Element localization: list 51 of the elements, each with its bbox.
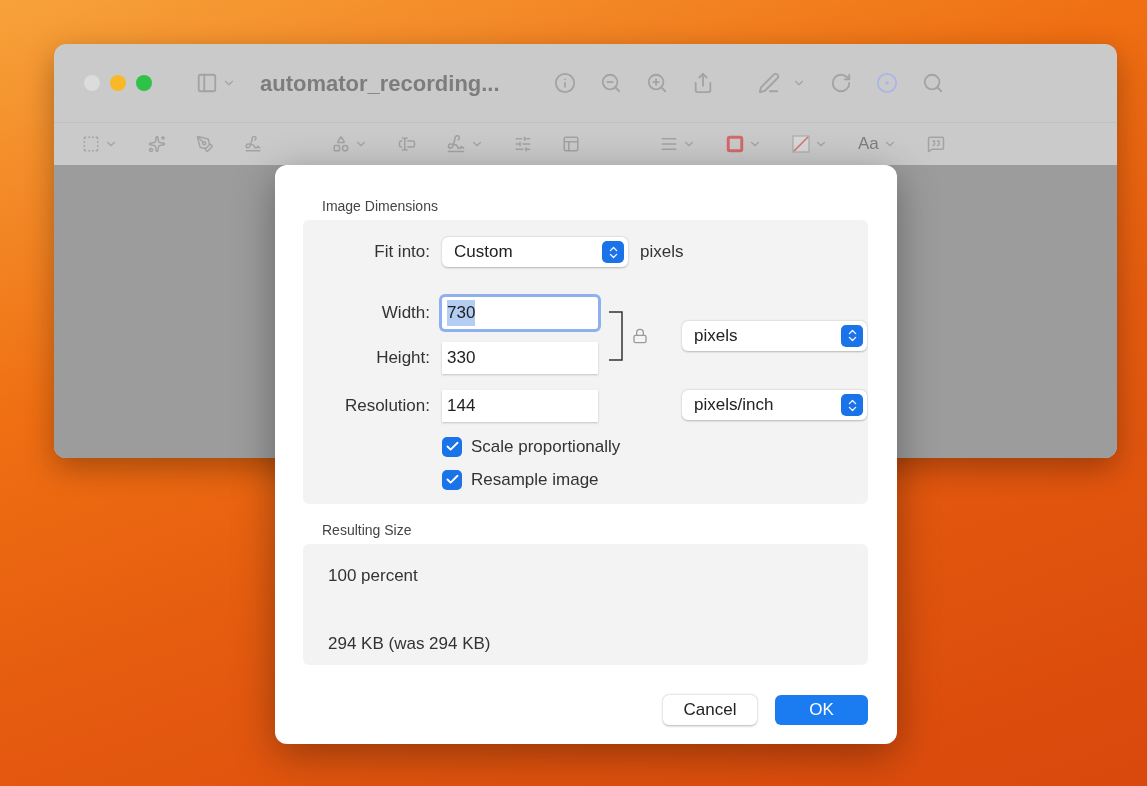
section-title: Image Dimensions bbox=[322, 197, 439, 216]
popup-button[interactable]: pixels/inch bbox=[682, 390, 867, 420]
field-label: Fit into: bbox=[374, 241, 430, 264]
sparkle-icon[interactable] bbox=[148, 135, 166, 153]
result-text: 100 percent bbox=[328, 565, 419, 587]
checkbox-label: Scale proportionally bbox=[471, 435, 621, 458]
field-label: Resolution: bbox=[344, 395, 430, 418]
selection-icon[interactable] bbox=[82, 135, 100, 153]
checkmark-icon bbox=[444, 472, 460, 487]
line-style-icon[interactable] bbox=[660, 135, 678, 153]
input-field[interactable]: 730 bbox=[442, 297, 598, 329]
sidebar-icon[interactable] bbox=[196, 72, 218, 94]
input-field[interactable]: 330 bbox=[442, 342, 598, 374]
search-icon[interactable] bbox=[921, 72, 944, 94]
border-color-icon[interactable] bbox=[726, 135, 744, 153]
speech-bubble-icon[interactable] bbox=[926, 135, 945, 153]
fill-color-icon[interactable] bbox=[792, 135, 810, 153]
cancel-button[interactable]: Cancel bbox=[663, 695, 757, 725]
unit-label: pixels bbox=[640, 241, 684, 264]
layout-icon[interactable] bbox=[562, 135, 580, 153]
lock-icon[interactable] bbox=[632, 327, 648, 344]
ok-button[interactable]: OK bbox=[775, 695, 868, 725]
checkbox[interactable] bbox=[442, 469, 462, 490]
bracket-icon bbox=[608, 310, 624, 361]
up-down-chevron-icon bbox=[841, 394, 863, 416]
scribble-icon[interactable] bbox=[244, 135, 262, 153]
zoom-button[interactable] bbox=[136, 75, 152, 91]
shapes-icon[interactable] bbox=[332, 135, 350, 153]
signature-icon[interactable] bbox=[446, 134, 466, 154]
window-title: automator_recording... bbox=[260, 69, 500, 98]
popup-button[interactable]: Custom bbox=[442, 237, 628, 267]
result-text: 294 KB (was 294 KB) bbox=[328, 632, 492, 655]
checkmark-icon bbox=[444, 439, 460, 454]
section-title: Resulting Size bbox=[322, 521, 413, 540]
zoom-in-icon[interactable] bbox=[645, 72, 668, 94]
up-down-chevron-icon bbox=[602, 241, 624, 263]
minimize-button[interactable] bbox=[110, 75, 126, 91]
zoom-out-icon[interactable] bbox=[599, 72, 622, 94]
checkbox[interactable] bbox=[442, 436, 462, 457]
input-field[interactable]: 144 bbox=[442, 390, 598, 422]
checkbox-label: Resample image bbox=[471, 468, 599, 491]
pen-icon[interactable] bbox=[757, 72, 780, 94]
text-box-icon[interactable] bbox=[398, 135, 416, 153]
info-icon[interactable] bbox=[553, 72, 576, 94]
field-label: Width: bbox=[381, 302, 430, 325]
up-down-chevron-icon bbox=[841, 324, 863, 347]
sliders-icon[interactable] bbox=[514, 135, 532, 153]
rotate-icon[interactable] bbox=[829, 72, 852, 94]
popup-button[interactable]: pixels bbox=[682, 320, 867, 351]
field-label: Height: bbox=[376, 347, 430, 370]
pen-tool-icon[interactable] bbox=[196, 135, 214, 153]
